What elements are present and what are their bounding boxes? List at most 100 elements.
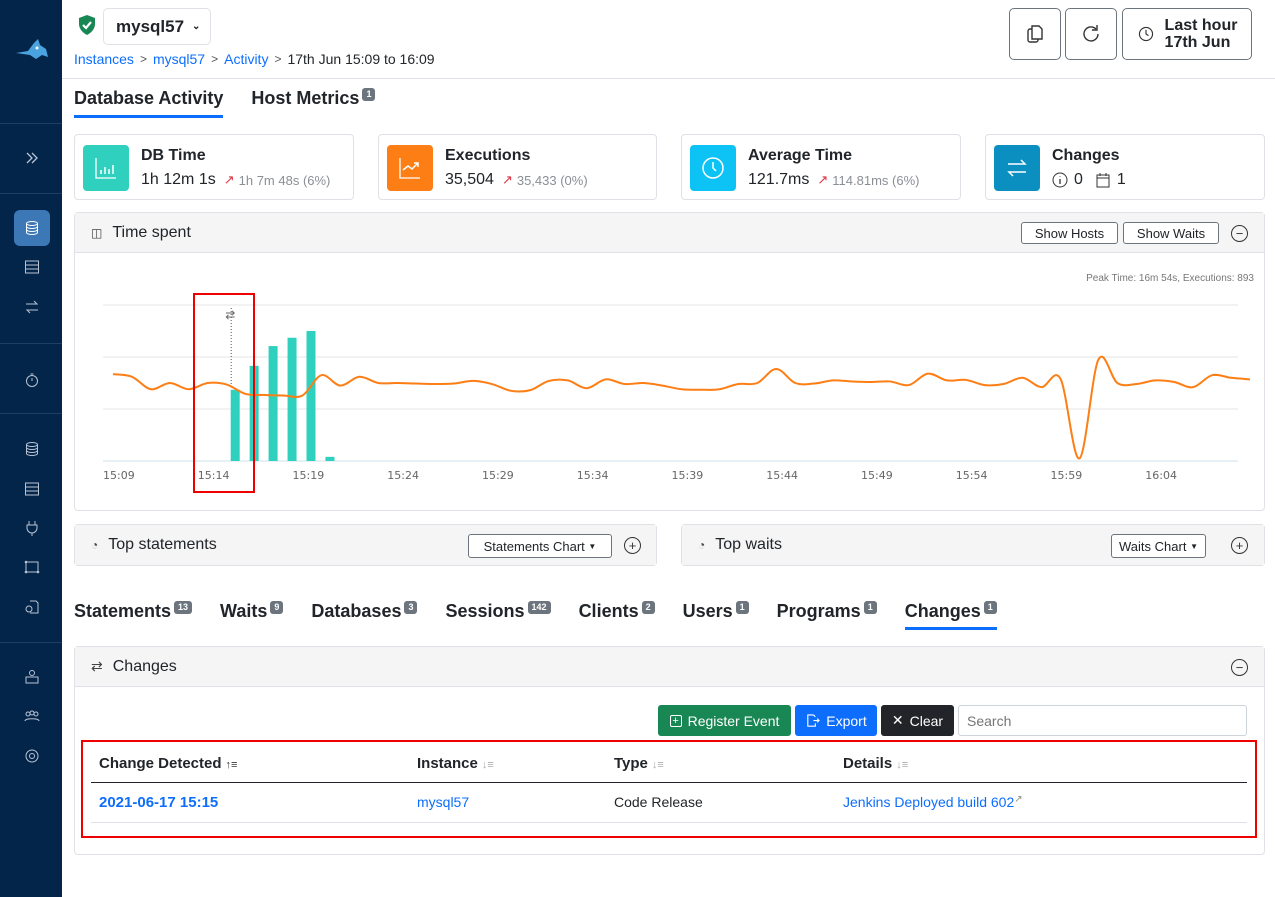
x-tick-label: 15:39 (672, 469, 704, 482)
tab-sessions[interactable]: Sessions 142 (445, 601, 551, 630)
count-badge: 1 (863, 601, 877, 614)
breadcrumb-instances[interactable]: Instances (74, 51, 134, 67)
show-waits-button[interactable]: Show Waits (1123, 222, 1219, 244)
breadcrumb-current: 17th Jun 15:09 to 16:09 (287, 51, 435, 67)
time-range-button[interactable]: Last hour 17th Jun (1122, 8, 1252, 60)
column-label: Change Detected (99, 755, 222, 773)
dropdown-label: Statements Chart (483, 538, 585, 554)
statements-chart-dropdown[interactable]: Statements Chart ▼ (468, 534, 612, 558)
x-tick-label: 16:04 (1145, 469, 1177, 482)
changes-icon (994, 145, 1040, 191)
show-hosts-button[interactable]: Show Hosts (1021, 222, 1118, 244)
main-tabs: Database Activity Host Metrics 1 (74, 88, 376, 118)
calendar-count: 1 (1116, 171, 1126, 188)
count-badge: 9 (270, 601, 284, 614)
sidebar-item-changes[interactable] (14, 289, 50, 325)
details-link[interactable]: Jenkins Deployed build 602↗ (843, 794, 1023, 810)
time-spent-chart[interactable]: 15:09 15:14 15:19 15:24 15:29 15:34 15:39 15:44… (75, 253, 1266, 511)
users-icon (24, 710, 40, 722)
stat-card-db-time[interactable]: DB Time 1h 12m 1s ↗ 1h 7m 48s (6%) (74, 134, 354, 200)
stat-previous: 1h 7m 48s (6%) (238, 172, 331, 188)
sidebar-item-servers[interactable] (14, 471, 50, 507)
expand-icon[interactable]: + (1231, 537, 1248, 554)
tab-label: Sessions (445, 601, 525, 621)
changes-icon: ⇄ (91, 658, 103, 674)
search-input[interactable] (958, 705, 1247, 736)
tab-label: Statements (74, 601, 172, 621)
export-icon (807, 714, 821, 727)
info-icon (1052, 172, 1068, 188)
clock-icon (1138, 26, 1153, 42)
tab-changes[interactable]: Changes 1 (904, 601, 997, 630)
bar (287, 337, 297, 461)
stat-card-changes[interactable]: Changes 0 1 (985, 134, 1265, 200)
pie-chart-icon: ◔ (698, 538, 706, 552)
breadcrumb-activity[interactable]: Activity (224, 51, 268, 67)
breadcrumb-separator: > (211, 52, 219, 66)
caret-down-icon: ▼ (588, 541, 597, 551)
clear-button[interactable]: ✕ Clear (881, 705, 954, 736)
column-header-details[interactable]: Details ↓≡ (835, 746, 1247, 783)
stat-title: Changes (1052, 147, 1120, 164)
bar (306, 331, 316, 461)
instance-link[interactable]: mysql57 (417, 794, 469, 810)
refresh-button[interactable] (1065, 8, 1117, 60)
sidebar-item-connections[interactable] (14, 510, 50, 546)
expand-icon[interactable]: + (624, 537, 641, 554)
instance-name: mysql57 (116, 16, 185, 36)
help-lifebuoy-icon (25, 749, 39, 763)
collapse-icon[interactable]: − (1231, 225, 1248, 242)
export-button[interactable]: Export (795, 705, 877, 736)
sidebar-item-licenses[interactable] (14, 589, 50, 625)
detail-tabs: Statements 13 Waits 9 Databases 3 Sessions 1… (74, 601, 1025, 630)
sidebar-item-databases[interactable] (14, 431, 50, 467)
tab-databases[interactable]: Databases 3 (311, 601, 418, 630)
topology-icon (24, 560, 40, 574)
expand-sidebar-button[interactable] (14, 140, 50, 176)
change-detected-link[interactable]: 2021-06-17 15:15 (99, 794, 218, 811)
sidebar-item-help[interactable] (14, 738, 50, 774)
sidebar-item-users[interactable] (14, 698, 50, 734)
collapse-icon[interactable]: − (1231, 659, 1248, 676)
tab-database-activity[interactable]: Database Activity (74, 88, 224, 118)
tab-clients[interactable]: Clients 2 (579, 601, 655, 630)
caret-down-icon: ▼ (1190, 541, 1198, 551)
stat-card-executions[interactable]: Executions 35,504 ↗ 35,433 (0%) (378, 134, 657, 200)
breadcrumb-separator: > (139, 52, 147, 66)
clock-icon (690, 145, 736, 191)
tab-waits[interactable]: Waits 9 (220, 601, 284, 630)
tab-host-metrics[interactable]: Host Metrics 1 (251, 88, 376, 118)
sidebar-item-activity[interactable] (14, 210, 50, 246)
waits-chart-dropdown[interactable]: Waits Chart ▼ (1111, 534, 1206, 558)
x-tick-label: 15:24 (387, 469, 419, 482)
stat-card-average-time[interactable]: Average Time 121.7ms ↗ 114.81ms (6%) (681, 134, 961, 200)
sidebar-item-admin[interactable] (14, 659, 50, 695)
sidebar-item-topology[interactable] (14, 549, 50, 585)
x-tick-label: 15:14 (198, 469, 230, 482)
admin-user-icon (25, 670, 39, 684)
copy-button[interactable] (1009, 8, 1061, 60)
breadcrumb-instance[interactable]: mysql57 (153, 51, 205, 67)
sidebar-item-timer[interactable] (14, 362, 50, 398)
button-label: Clear (909, 712, 944, 729)
count-badge: 3 (404, 601, 418, 614)
register-event-button[interactable]: + Register Event (658, 705, 791, 736)
tab-label: Programs (776, 601, 861, 621)
tab-users[interactable]: Users 1 (683, 601, 749, 630)
marlin-logo-icon[interactable] (14, 35, 50, 65)
panel-title: Top waits (715, 536, 782, 553)
time-range-label: Last hour (1164, 17, 1238, 34)
sidebar-item-instances[interactable] (14, 249, 50, 285)
tab-statements[interactable]: Statements 13 (74, 601, 193, 630)
column-header-instance[interactable]: Instance ↓≡ (409, 746, 606, 783)
top-waits-panel: ◔ Top waits Waits Chart ▼ + (681, 524, 1265, 566)
arrow-up-right-icon: ↗ (501, 172, 513, 187)
column-header-change-detected[interactable]: Change Detected ↑≡ (91, 746, 409, 783)
trend-chart-icon (387, 145, 433, 191)
instance-select[interactable]: mysql57 ⌄ (103, 8, 211, 45)
tab-label: Databases (311, 601, 402, 621)
bar-chart-icon (83, 145, 129, 191)
stat-value: 121.7ms (748, 171, 810, 188)
tab-programs[interactable]: Programs 1 (777, 601, 877, 630)
column-header-type[interactable]: Type ↓≡ (606, 746, 835, 783)
